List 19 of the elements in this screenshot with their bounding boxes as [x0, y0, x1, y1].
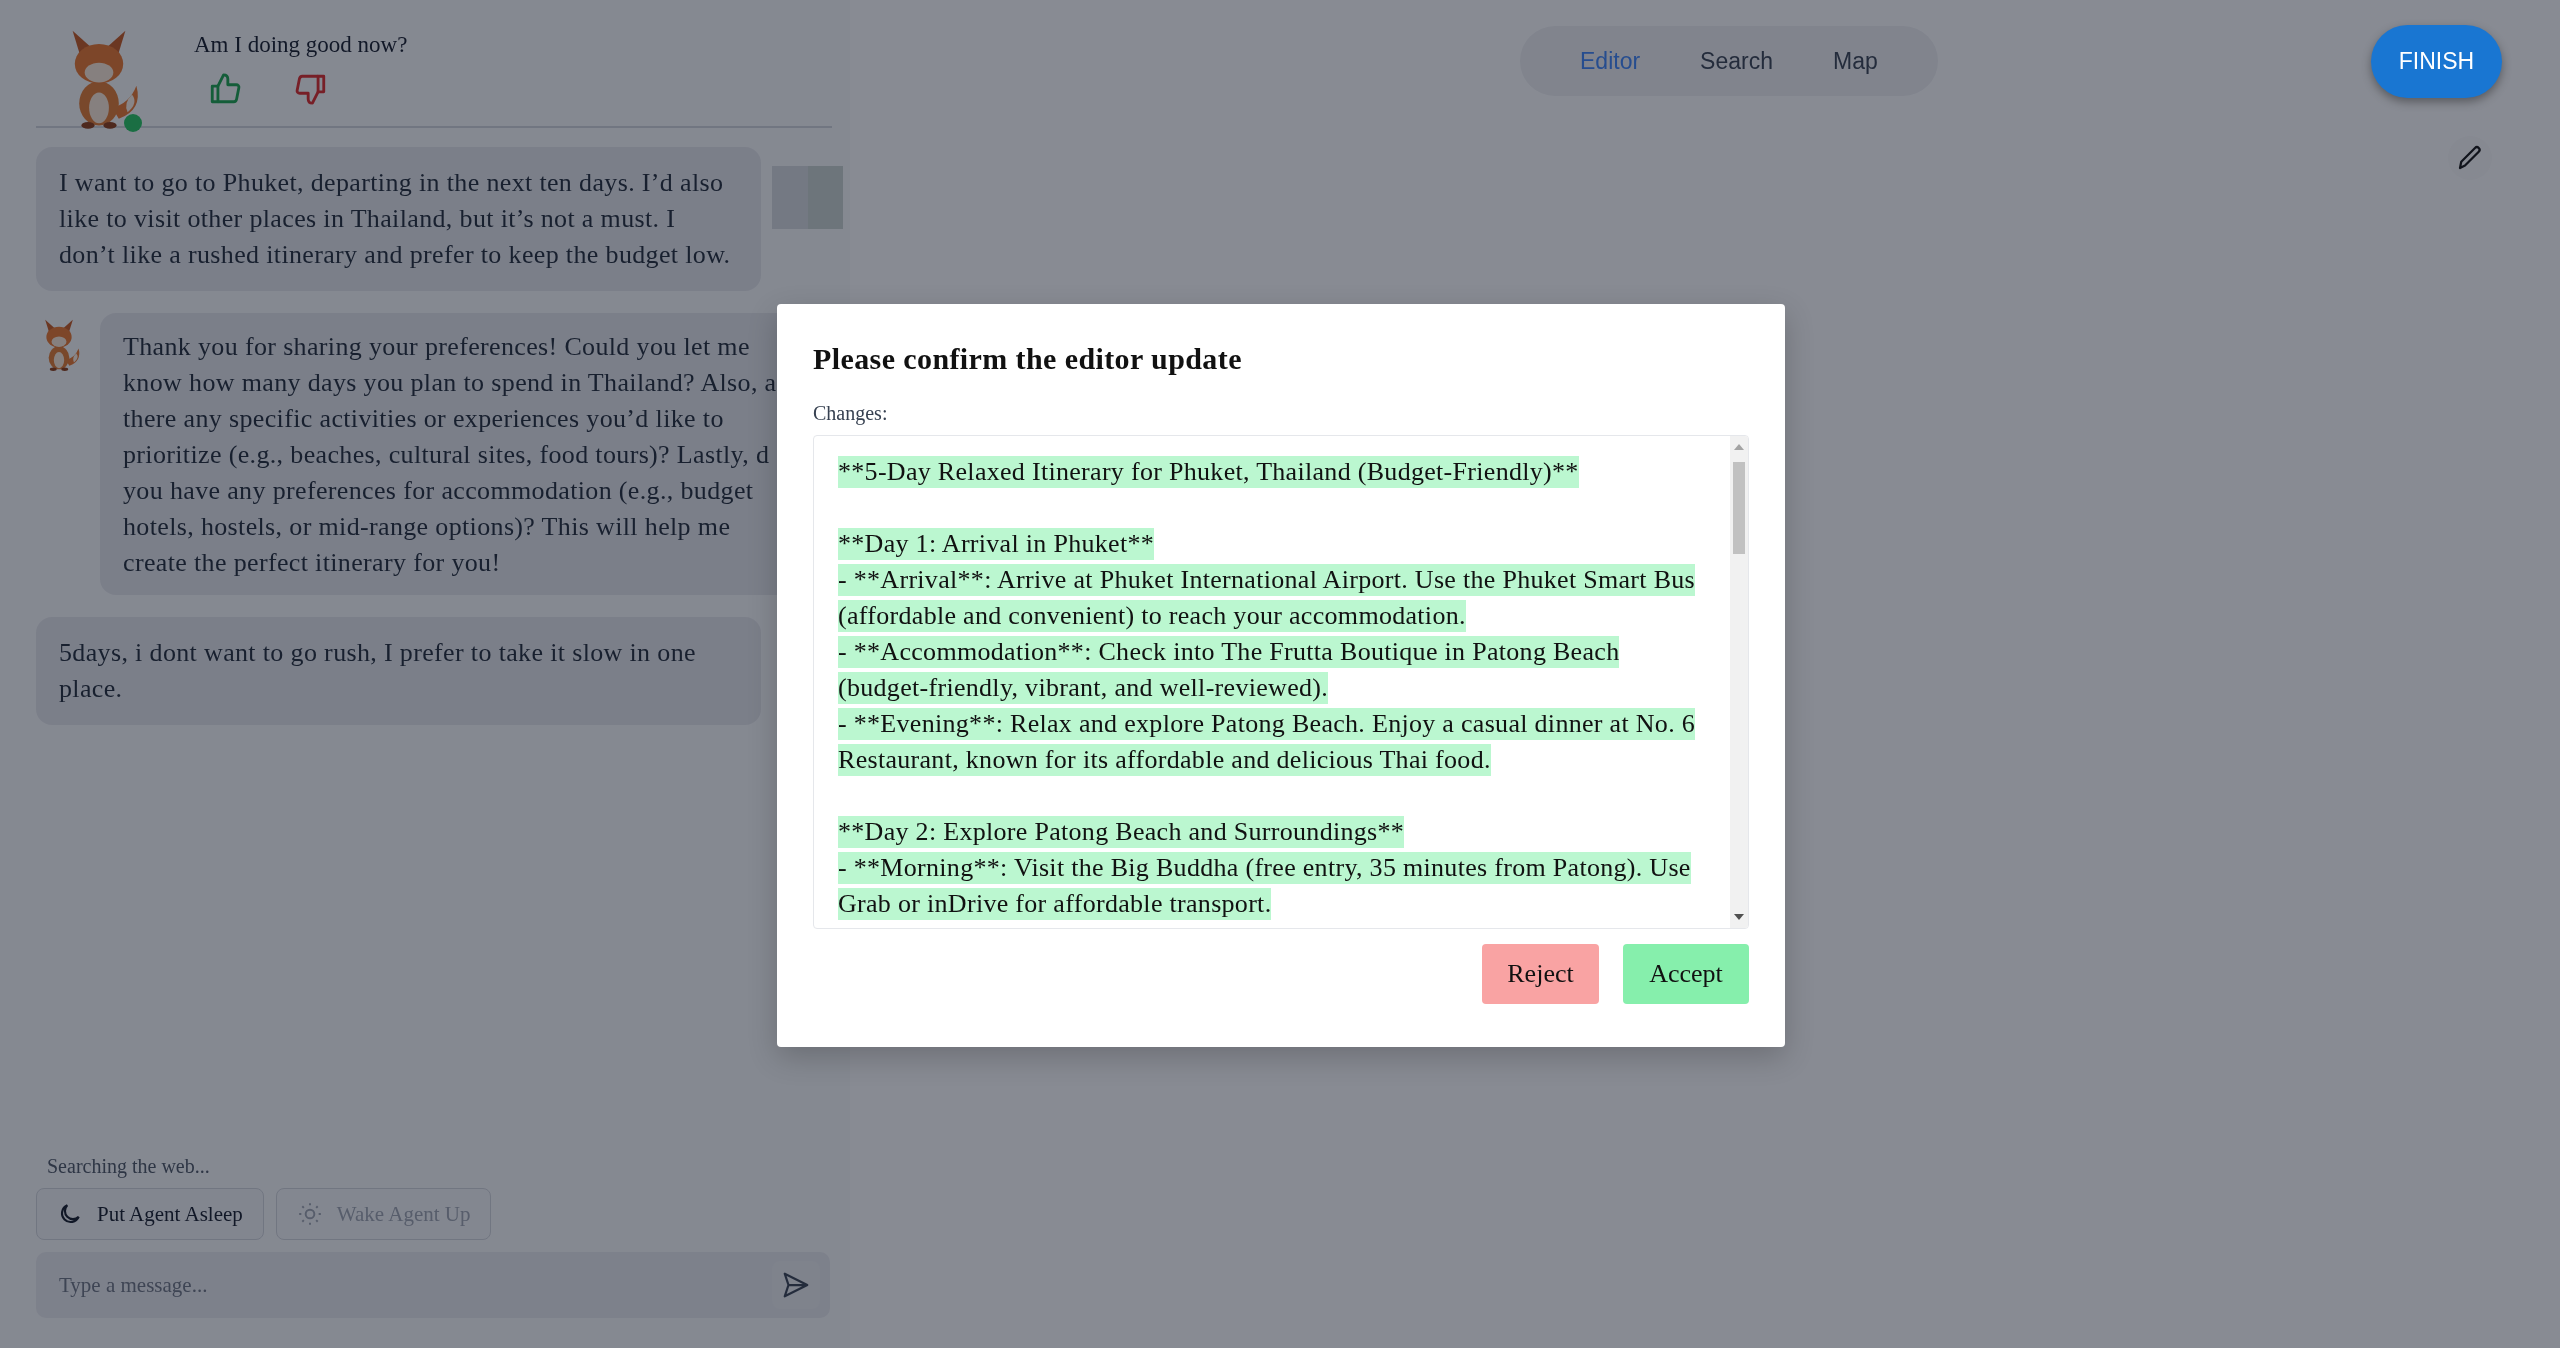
- finish-button[interactable]: FINISH: [2371, 25, 2502, 98]
- accept-button[interactable]: Accept: [1623, 944, 1749, 1004]
- thumbs-up-icon[interactable]: [208, 72, 242, 106]
- scrollbar[interactable]: [1730, 436, 1748, 928]
- agent-button[interactable]: Put Agent Asleep: [36, 1188, 264, 1240]
- message-input[interactable]: Type a message...: [36, 1252, 830, 1318]
- panel-handle: [772, 166, 843, 229]
- sun-icon: [296, 1201, 323, 1227]
- feedback-question: Am I doing good now?: [194, 32, 408, 58]
- tab[interactable]: Map: [1802, 26, 1908, 96]
- message-bubble: I want to go to Phuket, departing in the next ten days. I’d also like to visit other places in Thailand, but it’s not a must. I don’t like a rushed itinerary and prefer to keep the budget low.: [36, 147, 761, 291]
- tab[interactable]: Search: [1670, 26, 1803, 96]
- status-text: Searching the web...: [46, 1155, 211, 1178]
- changes-label: Changes:: [813, 402, 889, 425]
- send-icon: [781, 1270, 811, 1300]
- dialog-title: Please confirm the editor update: [813, 342, 1243, 376]
- thumbs-down-icon[interactable]: [294, 72, 328, 106]
- reject-button[interactable]: Reject: [1482, 944, 1599, 1004]
- message-bubble: 5days, i dont want to go rush, I prefer to take it slow in one place.: [36, 617, 761, 725]
